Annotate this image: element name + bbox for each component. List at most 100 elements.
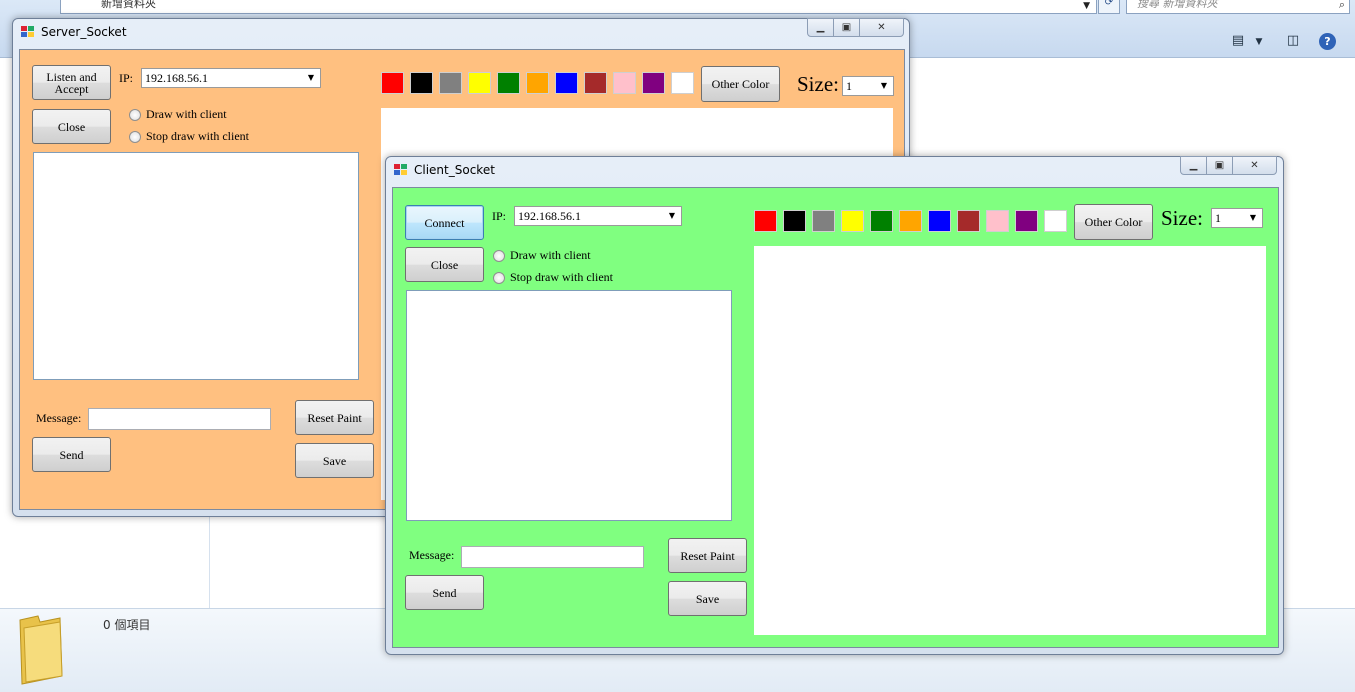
minimize-icon[interactable]: ▁ [807,18,834,37]
color-swatch-pink[interactable] [986,210,1009,232]
close-button[interactable]: Close [405,247,484,282]
color-swatch-purple[interactable] [642,72,665,94]
color-swatch-gray[interactable] [439,72,462,94]
search-placeholder: 搜尋 新增資料夾 [1137,0,1218,10]
color-swatch-gray[interactable] [812,210,835,232]
search-icon[interactable]: ⌕ [1339,0,1345,12]
color-swatch-black[interactable] [410,72,433,94]
search-input[interactable]: 搜尋 新增資料夾 ⌕ [1126,0,1350,14]
app-icon [21,26,35,39]
window-title: Server_Socket [41,25,127,39]
app-icon [394,164,408,177]
connect-button[interactable]: Connect [405,205,484,240]
minimize-icon[interactable]: ▁ [1180,156,1207,175]
send-label: Send [59,447,84,462]
chevron-down-icon[interactable]: ▼ [665,207,679,225]
ip-value: 192.168.56.1 [518,209,581,223]
color-swatch-brown[interactable] [584,72,607,94]
draw-with-client-radio[interactable]: Draw with client [493,248,591,263]
other-color-button[interactable]: Other Color [701,66,780,102]
radio-icon [493,271,505,284]
close-button-label: Close [57,119,86,134]
other-color-button[interactable]: Other Color [1074,204,1153,240]
help-icon[interactable]: ? [1319,33,1336,50]
color-swatch-orange[interactable] [899,210,922,232]
client-window: Client_Socket ▁ ▣ ✕ Connect IP: 192.168.… [385,156,1284,655]
radio-icon [129,108,141,121]
reset-paint-label: Reset Paint [307,410,362,425]
color-swatch-blue[interactable] [928,210,951,232]
size-select[interactable]: 1 ▼ [842,76,894,96]
message-label: Message: [409,548,455,562]
window-controls: ▁ ▣ ✕ [807,18,904,37]
connect-label: Connect [424,215,465,230]
color-swatch-green[interactable] [497,72,520,94]
color-swatch-white[interactable] [671,72,694,94]
stop-draw-radio[interactable]: Stop draw with client [493,270,613,285]
server-titlebar[interactable]: Server_Socket ▁ ▣ ✕ [19,18,904,47]
radio-icon [493,249,505,262]
ip-value: 192.168.56.1 [145,71,208,85]
chat-log[interactable] [33,152,359,380]
preview-pane-icon[interactable]: ◫ [1284,33,1302,49]
message-input[interactable] [461,546,644,568]
save-button[interactable]: Save [295,443,374,478]
reset-paint-button[interactable]: Reset Paint [668,538,747,573]
client-client-area: Connect IP: 192.168.56.1 ▼ Close Draw wi… [392,187,1279,648]
save-label: Save [695,591,720,606]
reset-paint-button[interactable]: Reset Paint [295,400,374,435]
chevron-down-icon[interactable]: ▼ [1250,37,1268,53]
color-swatch-white[interactable] [1044,210,1067,232]
refresh-icon[interactable]: ⟳ [1098,0,1120,14]
chevron-down-icon[interactable]: ▼ [877,77,891,95]
ip-label: IP: [119,71,134,85]
address-bar[interactable]: 新增資料夾 ▼ [60,0,1097,14]
color-swatch-blue[interactable] [555,72,578,94]
color-swatch-red[interactable] [381,72,404,94]
send-button[interactable]: Send [405,575,484,610]
color-swatch-black[interactable] [783,210,806,232]
message-label: Message: [36,411,82,425]
color-swatch-orange[interactable] [526,72,549,94]
chevron-down-icon[interactable]: ▼ [304,69,318,87]
chevron-down-icon[interactable]: ▼ [1083,0,1090,13]
color-swatch-purple[interactable] [1015,210,1038,232]
client-titlebar[interactable]: Client_Socket ▁ ▣ ✕ [392,156,1277,185]
listen-accept-button[interactable]: Listen and Accept [32,65,111,100]
maximize-icon[interactable]: ▣ [833,18,860,37]
color-swatch-pink[interactable] [613,72,636,94]
save-label: Save [322,453,347,468]
close-icon[interactable]: ✕ [859,18,904,37]
radio-icon [129,130,141,143]
ip-select[interactable]: 192.168.56.1 ▼ [514,206,682,226]
message-input[interactable] [88,408,271,430]
view-options-icon[interactable]: ▤ [1229,33,1247,49]
size-select[interactable]: 1 ▼ [1211,208,1263,228]
draw-with-client-radio[interactable]: Draw with client [129,107,227,122]
send-button[interactable]: Send [32,437,111,472]
size-label: Size: [797,72,839,96]
color-swatch-yellow[interactable] [468,72,491,94]
maximize-icon[interactable]: ▣ [1206,156,1233,175]
reset-paint-label: Reset Paint [680,548,735,563]
color-swatch-red[interactable] [754,210,777,232]
size-label: Size: [1161,206,1203,230]
ip-select[interactable]: 192.168.56.1 ▼ [141,68,321,88]
color-swatch-green[interactable] [870,210,893,232]
item-count: 0 個項目 [103,618,151,632]
window-title: Client_Socket [414,163,495,177]
stop-draw-radio[interactable]: Stop draw with client [129,129,249,144]
send-label: Send [432,585,457,600]
stop-draw-label: Stop draw with client [146,129,249,143]
folder-icon [19,615,63,685]
chat-log[interactable] [406,290,732,521]
save-button[interactable]: Save [668,581,747,616]
other-color-label: Other Color [1084,215,1143,229]
color-swatch-yellow[interactable] [841,210,864,232]
close-button[interactable]: Close [32,109,111,144]
color-swatch-brown[interactable] [957,210,980,232]
size-value: 1 [846,79,852,93]
close-icon[interactable]: ✕ [1232,156,1277,175]
drawing-canvas[interactable] [754,246,1266,635]
chevron-down-icon[interactable]: ▼ [1246,209,1260,227]
